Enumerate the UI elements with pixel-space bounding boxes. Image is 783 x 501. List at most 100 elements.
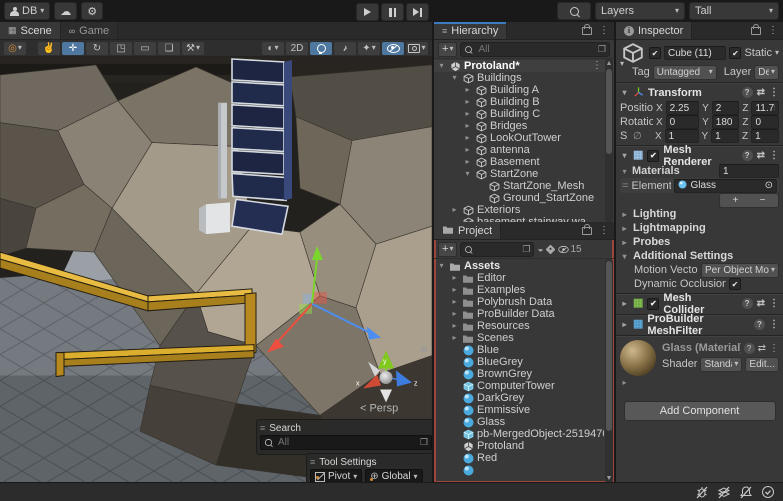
hand-tool-button[interactable]: ✌	[38, 42, 60, 55]
scale-tool-button[interactable]: ◳	[110, 42, 132, 55]
orientation-mode-dropdown[interactable]: ⊕ Global ▾	[365, 469, 422, 483]
position-z-field[interactable]	[751, 101, 779, 115]
remove-element-button[interactable]: −	[760, 195, 766, 206]
tree-item[interactable]: ▸Exteriors	[434, 204, 614, 216]
kebab-icon[interactable]: ⋮	[769, 298, 779, 309]
filter-by-type-icon[interactable]: ◒	[537, 244, 543, 255]
materials-count-field[interactable]	[719, 164, 779, 178]
kebab-icon[interactable]: ⋮	[768, 25, 778, 36]
tree-item[interactable]: StartZone_Mesh	[434, 180, 614, 192]
help-icon[interactable]: ?	[742, 298, 753, 309]
kebab-icon[interactable]: ⋮	[769, 343, 779, 354]
pause-button[interactable]	[381, 3, 404, 21]
help-icon[interactable]: ?	[744, 343, 755, 354]
scene-viewport[interactable]: y x z < Persp ≡ Search	[0, 57, 432, 483]
static-dropdown-icon[interactable]: ▾	[775, 49, 779, 57]
shader-edit-button[interactable]: Edit...	[745, 357, 779, 372]
tab-game[interactable]: ∞ Game	[61, 22, 118, 39]
motion-vectors-dropdown[interactable]: Per Object Motion ▾	[701, 263, 779, 278]
project-search-input[interactable]	[476, 243, 519, 256]
mesh-renderer-header[interactable]: ▾ ▦ ✔ Mesh Renderer ? ⇄ ⋮	[616, 147, 783, 164]
scale-link-icon[interactable]: ∅	[633, 131, 652, 142]
foldout-expanded-icon[interactable]: ▾	[450, 72, 459, 84]
layer-dropdown[interactable]: Default ▾	[754, 65, 779, 80]
tree-item[interactable]: ▸Examples	[434, 284, 614, 296]
tab-inspector[interactable]: i Inspector	[616, 22, 692, 39]
scene-audio-toggle[interactable]: ♪	[334, 42, 356, 55]
foldout-expanded-icon[interactable]: ▾	[437, 60, 446, 72]
external-search-icon[interactable]: ❐	[420, 437, 428, 448]
tree-item[interactable]: ▸antenna	[434, 144, 614, 156]
hierarchy-search-input[interactable]	[476, 43, 594, 56]
hierarchy-create-button[interactable]: + ▾	[438, 42, 457, 57]
foldout-expanded-icon[interactable]: ▾	[620, 151, 629, 160]
scale-x-field[interactable]	[665, 129, 699, 143]
external-search-icon[interactable]: ❐	[522, 244, 530, 255]
help-icon[interactable]: ?	[742, 87, 753, 98]
scene-lighting-toggle[interactable]	[310, 42, 332, 55]
tree-item[interactable]: ▸Basement	[434, 156, 614, 168]
help-icon[interactable]: ?	[742, 150, 753, 161]
custom-tools-dropdown[interactable]: ⚒ ▾	[182, 42, 204, 55]
active-checkbox[interactable]: ✔	[649, 47, 661, 59]
tree-item[interactable]: ▸Building A	[434, 84, 614, 96]
tree-item[interactable]: pb-MergedObject-2519470	[434, 428, 614, 440]
tree-item[interactable]: Protoland	[434, 440, 614, 452]
filter-by-label-icon[interactable]	[545, 244, 555, 254]
tree-item[interactable]: ▸Building C	[434, 108, 614, 120]
probes-foldout[interactable]: ▸ Probes	[616, 235, 783, 249]
dynamic-occlusion-checkbox[interactable]: ✔	[729, 278, 741, 290]
2d-toggle-button[interactable]: 2D	[286, 42, 308, 55]
kebab-icon[interactable]: ⋮	[769, 150, 779, 161]
kebab-icon[interactable]: ⋮	[599, 225, 609, 236]
tree-item[interactable]: ▸Polybrush Data	[434, 296, 614, 308]
gameobject-icon[interactable]: ▾	[620, 40, 646, 66]
presets-icon[interactable]: ⇄	[757, 298, 765, 309]
scene-search-field[interactable]: ❐	[260, 435, 432, 450]
debugger-muted-icon[interactable]	[695, 485, 709, 499]
foldout-collapsed-icon[interactable]: ▸	[463, 108, 472, 120]
hierarchy-search-field[interactable]: ❐	[460, 42, 610, 57]
foldout-collapsed-icon[interactable]: ▸	[450, 332, 459, 344]
add-component-button[interactable]: Add Component	[624, 401, 776, 421]
tab-hierarchy[interactable]: ≡ Hierarchy	[434, 22, 507, 39]
tab-project[interactable]: Project	[434, 222, 501, 239]
material-foldout-icon[interactable]: ▸	[620, 378, 629, 387]
foldout-collapsed-icon[interactable]: ▸	[463, 132, 472, 144]
tree-item[interactable]: ▸Building B	[434, 96, 614, 108]
notifications-muted-icon[interactable]	[739, 485, 753, 499]
scale-z-field[interactable]	[751, 129, 779, 143]
foldout-collapsed-icon[interactable]: ▸	[450, 272, 459, 284]
foldout-collapsed-icon[interactable]: ▸	[463, 156, 472, 168]
scale-y-field[interactable]	[711, 129, 739, 143]
drag-handle-icon[interactable]: =	[622, 180, 628, 192]
tree-item[interactable]: ▾Assets	[434, 260, 614, 272]
lightmapping-foldout[interactable]: ▸ Lightmapping	[616, 221, 783, 235]
foldout-collapsed-icon[interactable]: ▸	[450, 308, 459, 320]
rotate-tool-button[interactable]: ↻	[86, 42, 108, 55]
add-element-button[interactable]: +	[733, 195, 739, 206]
tree-item[interactable]: ▸Resources	[434, 320, 614, 332]
tree-item[interactable]: ▸Bridges	[434, 120, 614, 132]
project-search-field[interactable]: ❐	[460, 242, 534, 257]
foldout-collapsed-icon[interactable]: ▸	[463, 84, 472, 96]
tree-item[interactable]: ▾Buildings	[434, 72, 614, 84]
foldout-expanded-icon[interactable]: ▾	[463, 168, 472, 180]
tree-item[interactable]: ▸ProBuilder Data	[434, 308, 614, 320]
rotation-x-field[interactable]	[666, 115, 699, 129]
mesh-collider-header[interactable]: ▸ ▦ ✔ Mesh Collider ? ⇄ ⋮	[616, 295, 783, 312]
transform-header[interactable]: ▾ Transform ? ⇄ ⋮	[616, 84, 783, 101]
foldout-collapsed-icon[interactable]: ▸	[620, 320, 629, 329]
camera-settings-dropdown[interactable]: ▾	[406, 42, 428, 55]
kebab-icon[interactable]: ⋮	[592, 60, 604, 72]
transform-tool-button[interactable]: ❏	[158, 42, 180, 55]
foldout-collapsed-icon[interactable]: ▸	[450, 284, 459, 296]
foldout-collapsed-icon[interactable]: ▸	[450, 204, 459, 216]
account-button[interactable]: DB ▾	[4, 2, 50, 20]
shader-dropdown[interactable]: Standard ▾	[700, 357, 742, 372]
kebab-icon[interactable]: ⋮	[599, 25, 609, 36]
position-y-field[interactable]	[712, 101, 740, 115]
search-button[interactable]	[557, 2, 591, 20]
foldout-collapsed-icon[interactable]: ▸	[463, 120, 472, 132]
tree-item[interactable]: Red	[434, 452, 614, 464]
